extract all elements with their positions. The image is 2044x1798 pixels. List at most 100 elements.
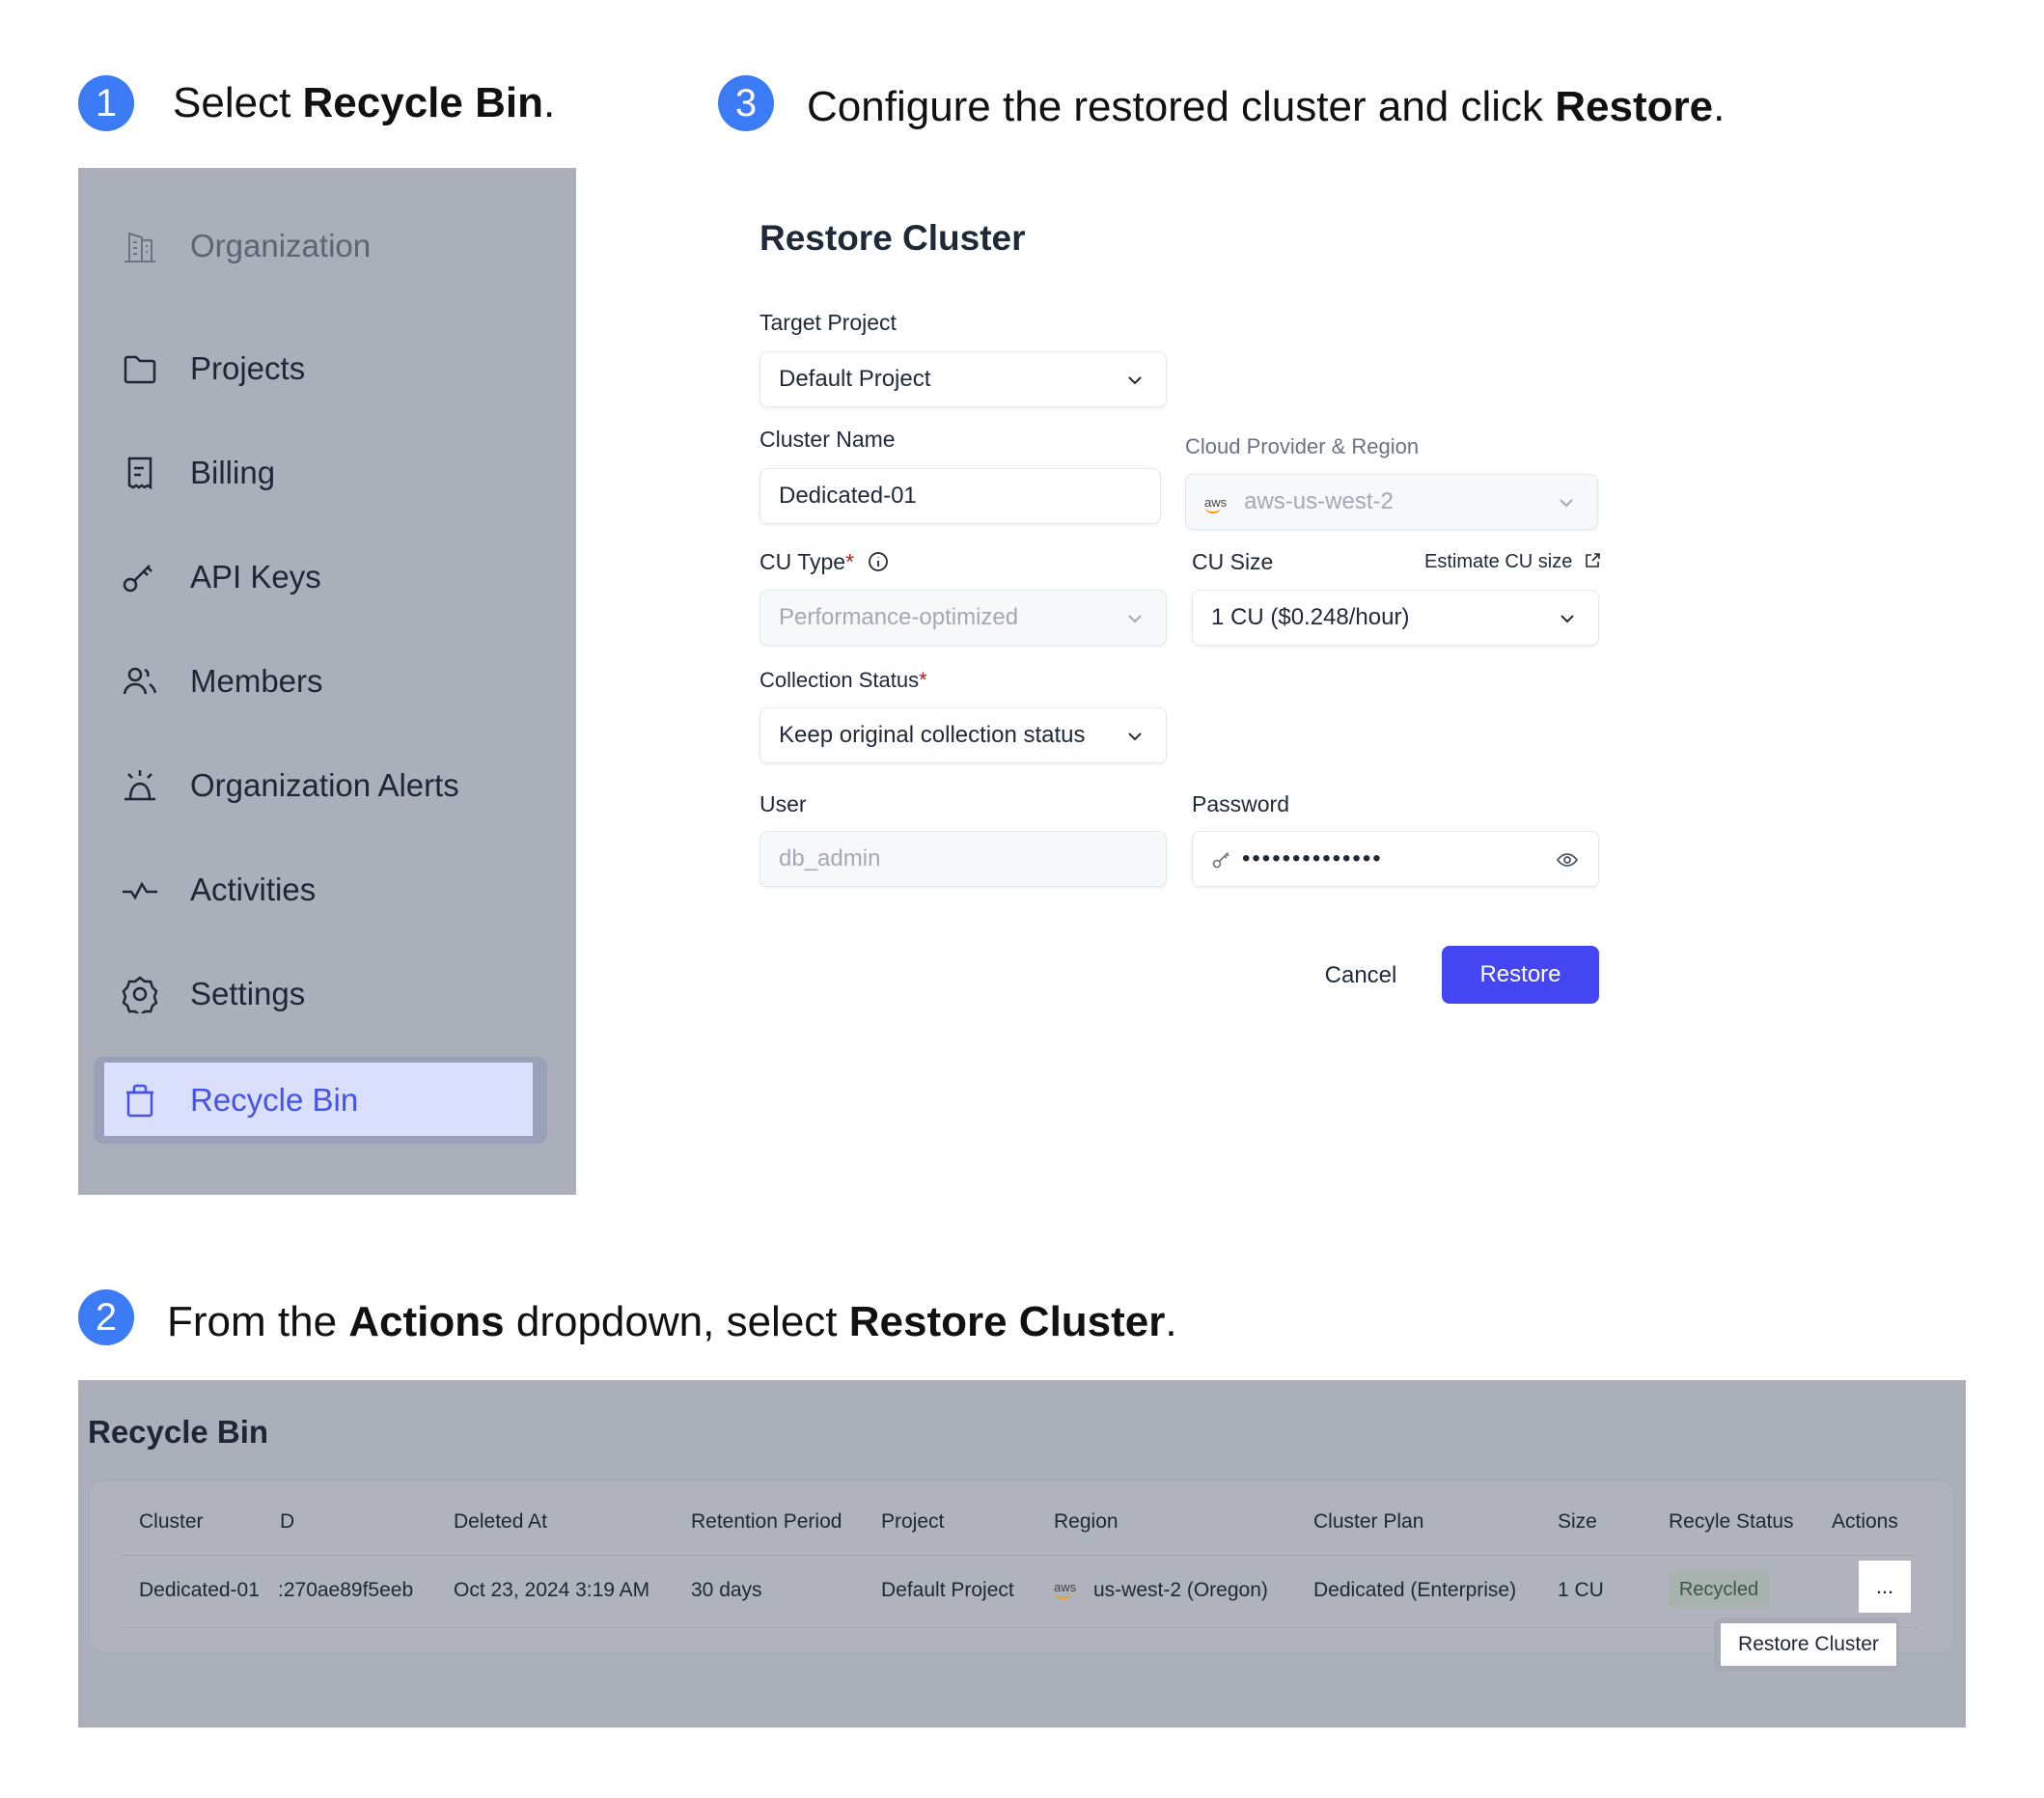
step-number-badge: 2 [78, 1289, 134, 1345]
step-text-bold: Actions [348, 1298, 505, 1345]
cell-project: Default Project [881, 1579, 1014, 1601]
sidebar-item-projects[interactable]: Projects [78, 330, 576, 407]
column-header-cluster-plan: Cluster Plan [1313, 1510, 1424, 1533]
divider [122, 1627, 1919, 1628]
step-text-suffix: . [542, 79, 556, 126]
menu-item-restore-cluster[interactable]: Restore Cluster [1721, 1623, 1896, 1666]
required-marker: * [919, 668, 927, 692]
chevron-down-icon [1555, 491, 1578, 514]
column-header-size: Size [1558, 1510, 1597, 1533]
sidebar: Organization Projects Billing API Keys M… [78, 168, 576, 1195]
actions-more-button[interactable]: ... [1859, 1561, 1911, 1613]
sidebar-item-members[interactable]: Members [78, 643, 576, 720]
column-header-id: D [280, 1510, 295, 1533]
cloud-region-select: aws aws-us-west-2 [1185, 474, 1598, 530]
step-text-bold: Recycle Bin [302, 79, 543, 126]
step-text-prefix: From the [167, 1298, 349, 1345]
step-2-instruction: 2 From the Actions dropdown, select Rest… [78, 1288, 1177, 1346]
target-project-select[interactable]: Default Project [760, 351, 1167, 407]
sidebar-item-organization-alerts[interactable]: Organization Alerts [78, 747, 576, 824]
cluster-name-label: Cluster Name [760, 427, 896, 452]
aws-logo-text: aws [1054, 1580, 1077, 1594]
step-text-bold: Restore [1555, 83, 1714, 130]
cancel-button[interactable]: Cancel [1312, 948, 1409, 1004]
sidebar-item-label: API Keys [190, 559, 321, 595]
step-text: Configure the restored cluster and click… [807, 83, 1725, 131]
cell-retention: 30 days [691, 1579, 762, 1601]
cluster-name-input[interactable]: Dedicated-01 [760, 468, 1161, 524]
sidebar-item-label: Organization [190, 228, 372, 263]
chevron-down-icon [1123, 607, 1146, 630]
cell-region: us-west-2 (Oregon) [1093, 1579, 1268, 1601]
activity-icon [121, 871, 159, 909]
cu-type-label: CU Type* [760, 549, 889, 575]
key-icon [1211, 848, 1232, 870]
user-input: db_admin [760, 831, 1167, 887]
sidebar-item-label: Members [190, 663, 323, 699]
required-marker: * [845, 549, 855, 574]
trash-icon [121, 1081, 159, 1120]
password-input[interactable]: •••••••••••••• [1192, 831, 1599, 887]
status-badge: Recycled [1669, 1571, 1769, 1608]
estimate-cu-size-text: Estimate CU size [1424, 551, 1573, 572]
cu-size-value: 1 CU ($0.248/hour) [1211, 604, 1410, 630]
key-icon [121, 558, 159, 596]
restore-button[interactable]: Restore [1442, 946, 1599, 1004]
column-header-project: Project [881, 1510, 945, 1533]
eye-icon[interactable] [1556, 848, 1579, 871]
cu-type-value: Performance-optimized [779, 604, 1019, 630]
sidebar-item-settings[interactable]: Settings [78, 955, 576, 1033]
cloud-region-label: Cloud Provider & Region [1185, 434, 1420, 458]
sidebar-item-recycle-bin[interactable]: Recycle Bin [78, 1062, 576, 1139]
sidebar-item-label: Billing [190, 455, 276, 490]
info-icon[interactable] [868, 551, 889, 572]
sidebar-item-billing[interactable]: Billing [78, 434, 576, 512]
sidebar-item-label: Recycle Bin [190, 1082, 359, 1118]
user-label: User [760, 791, 807, 816]
step-number-badge: 3 [718, 75, 774, 131]
receipt-icon [121, 454, 159, 492]
sidebar-item-activities[interactable]: Activities [78, 851, 576, 928]
target-project-value: Default Project [779, 366, 931, 392]
collection-status-label-text: Collection Status [760, 668, 920, 692]
cell-id: :270ae89f5eeb [278, 1579, 414, 1601]
chevron-down-icon [1123, 369, 1146, 392]
cell-cluster: Dedicated-01 [139, 1579, 260, 1601]
aws-icon: aws [1204, 494, 1228, 513]
estimate-cu-size-link[interactable]: Estimate CU size [1424, 551, 1601, 573]
cu-size-label: CU Size [1192, 549, 1274, 574]
cu-type-label-text: CU Type [760, 549, 846, 574]
sidebar-item-label: Organization Alerts [190, 767, 459, 803]
step-text: From the Actions dropdown, select Restor… [167, 1298, 1177, 1346]
cell-deleted-at: Oct 23, 2024 3:19 AM [454, 1579, 650, 1601]
step-text: Select Recycle Bin. [173, 79, 555, 127]
collection-status-select[interactable]: Keep original collection status [760, 707, 1167, 763]
cu-type-select: Performance-optimized [760, 590, 1167, 646]
step-number-badge: 1 [78, 75, 134, 131]
gear-icon [121, 975, 159, 1017]
dialog-title: Restore Cluster [760, 218, 1026, 258]
cu-size-select[interactable]: 1 CU ($0.248/hour) [1192, 590, 1599, 646]
column-header-actions: Actions [1832, 1510, 1898, 1533]
password-value: •••••••••••••• [1242, 845, 1383, 871]
sidebar-item-organization[interactable]: Organization [78, 207, 576, 285]
user-value: db_admin [779, 845, 881, 871]
building-icon [121, 227, 159, 265]
collection-status-label: Collection Status* [760, 668, 927, 693]
column-header-recycle-status: Recyle Status [1669, 1510, 1794, 1533]
column-header-region: Region [1054, 1510, 1119, 1533]
sidebar-item-api-keys[interactable]: API Keys [78, 539, 576, 616]
target-project-label: Target Project [760, 310, 897, 335]
siren-icon [121, 766, 159, 805]
sidebar-item-label: Activities [190, 871, 317, 907]
column-header-deleted-at: Deleted At [454, 1510, 547, 1533]
step-text-suffix: . [1165, 1298, 1177, 1345]
step-1-instruction: 1 Select Recycle Bin. [78, 75, 555, 131]
step-text-mid: dropdown, select [504, 1298, 849, 1345]
step-text-bold: Restore Cluster [848, 1298, 1166, 1345]
users-icon [121, 662, 159, 701]
aws-icon: aws [1054, 1581, 1093, 1594]
recycle-bin-title: Recycle Bin [88, 1414, 269, 1450]
chevron-down-icon [1123, 725, 1146, 748]
sidebar-item-label: Projects [190, 350, 306, 386]
